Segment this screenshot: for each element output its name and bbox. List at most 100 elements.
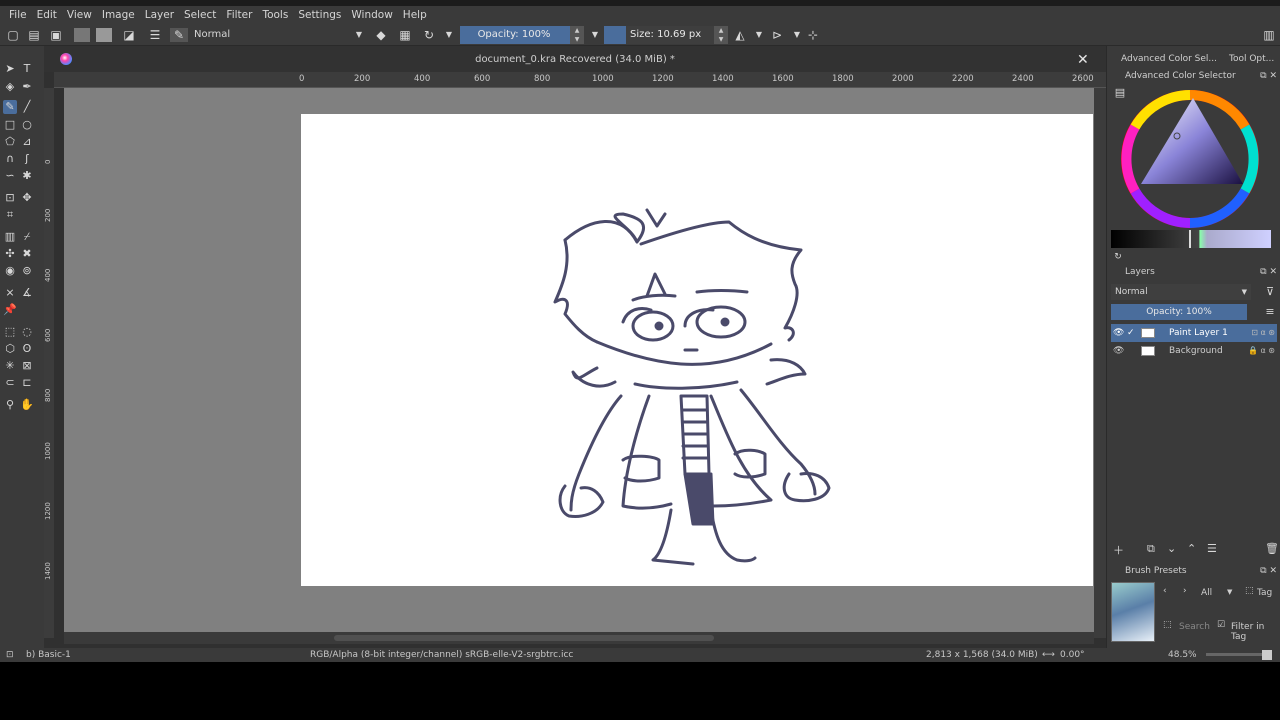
crop-tool-icon[interactable]: ⌗: [3, 208, 17, 222]
layer-row-background[interactable]: 👁 Background 🔒 α ⊛: [1111, 342, 1277, 360]
layer-name[interactable]: Background: [1169, 342, 1223, 360]
blend-mode-select[interactable]: Normal ▼: [190, 27, 366, 43]
polygonal-selection-icon[interactable]: ⬡: [3, 342, 17, 356]
opacity-slider[interactable]: Opacity: 100% ▲ ▼: [460, 26, 584, 44]
menu-tools[interactable]: Tools: [262, 9, 288, 21]
chevron-down-icon[interactable]: ▼: [588, 28, 602, 42]
chevron-down-icon[interactable]: ▼: [790, 28, 804, 42]
layer-opacity-slider[interactable]: Opacity: 100%: [1111, 304, 1247, 320]
preset-filter-value[interactable]: All: [1201, 588, 1212, 598]
assistant-tool-icon[interactable]: ⨯: [3, 286, 17, 300]
size-spinner[interactable]: ▲ ▼: [714, 26, 728, 44]
gradient-swatch-icon[interactable]: [96, 28, 112, 42]
menu-help[interactable]: Help: [403, 9, 427, 21]
smart-patch-tool-icon[interactable]: ✖: [20, 247, 34, 261]
lock-icon[interactable]: 🔒 α ⊛: [1248, 342, 1275, 360]
chevron-down-icon[interactable]: ▼: [442, 28, 456, 42]
chevron-down-icon[interactable]: ▼: [752, 28, 766, 42]
panel-float-close-icon[interactable]: ⧉ ✕: [1260, 564, 1277, 578]
panel-float-close-icon[interactable]: ⧉ ✕: [1260, 69, 1277, 83]
brush-preset-thumbnail[interactable]: [1111, 582, 1155, 642]
polyline-tool-icon[interactable]: ⊿: [20, 135, 34, 149]
calligraphy-tool-icon[interactable]: ✒: [20, 80, 34, 94]
mirror-horizontal-icon[interactable]: ◭: [733, 28, 747, 42]
mirror-vertical-icon[interactable]: ⊳: [770, 28, 784, 42]
zoom-slider[interactable]: [1206, 653, 1266, 656]
menu-image[interactable]: Image: [102, 9, 135, 21]
enclose-fill-tool-icon[interactable]: ⊚: [20, 264, 34, 278]
colorize-mask-tool-icon[interactable]: ✣: [3, 247, 17, 261]
chevron-left-icon[interactable]: ‹: [1163, 586, 1167, 596]
menu-file[interactable]: File: [9, 9, 27, 21]
tab-tool-options[interactable]: Tool Opt...: [1229, 54, 1274, 64]
tag-icon[interactable]: ⬚: [1245, 586, 1254, 596]
menu-view[interactable]: View: [67, 9, 92, 21]
refresh-icon[interactable]: ↻: [1111, 250, 1125, 264]
duplicate-layer-icon[interactable]: ⧉: [1147, 542, 1155, 556]
pan-tool-icon[interactable]: ✋: [20, 398, 34, 412]
layer-properties-icon[interactable]: ☰: [1207, 542, 1217, 555]
edit-brush-settings-icon[interactable]: ☰: [148, 28, 162, 42]
gradient-tool-icon[interactable]: ▥: [3, 230, 17, 244]
move-tool-icon[interactable]: ✥: [20, 191, 34, 205]
chevron-down-icon[interactable]: ▼: [1227, 588, 1232, 596]
freehand-brush-tool-icon[interactable]: ✎: [3, 100, 17, 114]
eraser-mode-icon[interactable]: ◆: [374, 28, 388, 42]
wrap-around-icon[interactable]: ⊹: [806, 28, 820, 42]
menu-lines-icon[interactable]: ≡: [1263, 305, 1277, 319]
checkbox-icon[interactable]: ☑: [1217, 620, 1225, 630]
move-layer-up-icon[interactable]: ⌃: [1187, 542, 1196, 555]
transform-tool-icon[interactable]: ⊡: [3, 191, 17, 205]
fill-tool-icon[interactable]: ◉: [3, 264, 17, 278]
size-slider[interactable]: Size: 10.69 px ▲ ▼: [604, 26, 728, 44]
tab-advanced-color-selector[interactable]: Advanced Color Sel...: [1121, 54, 1217, 64]
menu-edit[interactable]: Edit: [37, 9, 57, 21]
open-folder-icon[interactable]: ▤: [27, 28, 41, 42]
reload-preset-icon[interactable]: ↻: [422, 28, 436, 42]
save-search-icon[interactable]: ⬚: [1163, 620, 1172, 630]
bezier-selection-icon[interactable]: ⊂: [3, 376, 17, 390]
horizontal-scroll-thumb[interactable]: [334, 635, 714, 641]
reference-images-tool-icon[interactable]: 📌: [3, 303, 17, 317]
color-wheel[interactable]: [1119, 88, 1261, 230]
panel-float-close-icon[interactable]: ⧉ ✕: [1260, 265, 1277, 279]
brush-status-icon[interactable]: ⊡: [6, 648, 14, 662]
layer-row-paint-layer-1[interactable]: 👁 ✓ Paint Layer 1 ⊡ α ⊛: [1111, 324, 1277, 342]
zoom-value[interactable]: 48.5%: [1168, 648, 1197, 662]
zoom-handle[interactable]: [1262, 650, 1272, 660]
checkmark-icon[interactable]: ✓: [1127, 324, 1135, 342]
freehand-selection-icon[interactable]: ʘ: [20, 342, 34, 356]
preset-search-input[interactable]: Search: [1179, 622, 1210, 632]
contiguous-selection-icon[interactable]: ✳: [3, 359, 17, 373]
dynamic-brush-tool-icon[interactable]: ∽: [3, 169, 17, 183]
elliptical-selection-icon[interactable]: ◌: [20, 325, 34, 339]
drawing-canvas[interactable]: [301, 114, 1093, 586]
pattern-swatch-icon[interactable]: [74, 28, 90, 42]
vertical-scrollbar[interactable]: [1094, 88, 1106, 638]
move-layer-down-icon[interactable]: ⌄: [1167, 542, 1176, 555]
text-tool-icon[interactable]: T: [20, 62, 34, 76]
line-tool-icon[interactable]: ╱: [20, 100, 34, 114]
polygon-tool-icon[interactable]: ⬠: [3, 135, 17, 149]
multibrush-tool-icon[interactable]: ✱: [20, 169, 34, 183]
rectangular-selection-icon[interactable]: ⬚: [3, 325, 17, 339]
menu-select[interactable]: Select: [184, 9, 216, 21]
menu-filter[interactable]: Filter: [226, 9, 252, 21]
filter-in-tag-label[interactable]: Filter in Tag: [1231, 622, 1280, 642]
measure-tool-icon[interactable]: ∡: [20, 286, 34, 300]
eye-icon[interactable]: 👁: [1113, 324, 1124, 342]
bezier-tool-icon[interactable]: ∩: [3, 152, 17, 166]
freehand-path-tool-icon[interactable]: ʃ: [20, 152, 34, 166]
canvas-viewport[interactable]: [64, 88, 1094, 634]
menu-window[interactable]: Window: [351, 9, 392, 21]
close-icon[interactable]: ✕: [1077, 52, 1089, 68]
color-picker-icon[interactable]: ⌿: [20, 230, 34, 244]
opacity-spinner[interactable]: ▲ ▼: [570, 26, 584, 44]
fg-bg-color-icon[interactable]: ◪: [122, 28, 136, 42]
add-layer-icon[interactable]: ＋: [1113, 542, 1124, 558]
layer-flags-icon[interactable]: ⊡ α ⊛: [1251, 324, 1275, 342]
menu-settings[interactable]: Settings: [298, 9, 341, 21]
rotation-icon[interactable]: ⟷: [1042, 648, 1055, 662]
magnetic-selection-icon[interactable]: ⊏: [20, 376, 34, 390]
filter-icon[interactable]: ⊽: [1263, 285, 1277, 299]
